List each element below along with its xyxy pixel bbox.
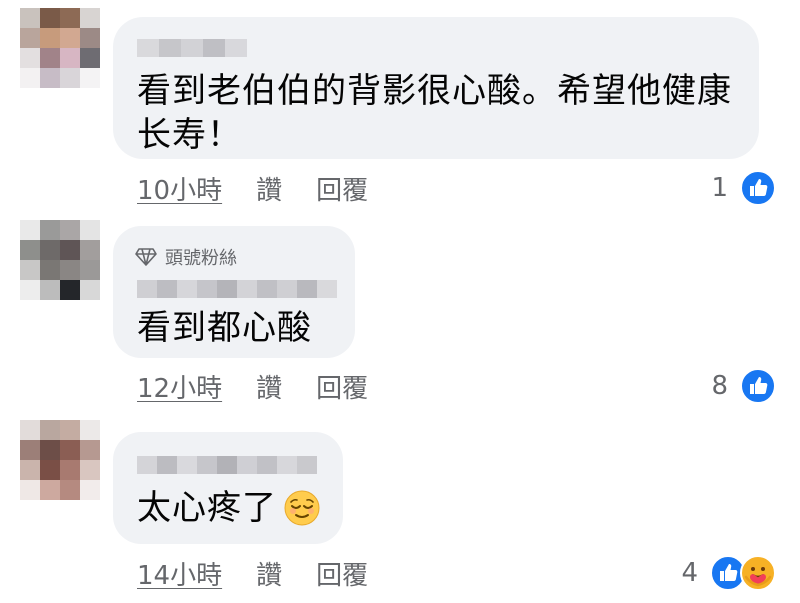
comment-text: 看到都心酸 bbox=[137, 306, 312, 350]
commenter-name[interactable] bbox=[137, 456, 317, 474]
comment-actions: 10小時 讚 回覆 bbox=[137, 170, 368, 207]
reaction-count: 4 bbox=[681, 558, 698, 588]
like-button[interactable]: 讚 bbox=[256, 368, 282, 405]
timestamp-link[interactable]: 12小時 bbox=[137, 368, 222, 405]
relieved-face-emoji bbox=[284, 490, 320, 526]
reply-button[interactable]: 回覆 bbox=[316, 555, 368, 592]
timestamp-link[interactable]: 10小時 bbox=[137, 170, 222, 207]
reply-button[interactable]: 回覆 bbox=[316, 170, 368, 207]
comment-bubble: 頭號粉絲 看到都心酸 bbox=[113, 226, 355, 358]
comment-text-line: 看到老伯伯的背影很心酸。希望他健康 bbox=[137, 71, 732, 111]
care-icon bbox=[740, 555, 776, 591]
top-fan-badge: 頭號粉絲 bbox=[135, 244, 237, 270]
reply-button[interactable]: 回覆 bbox=[316, 368, 368, 405]
avatar[interactable] bbox=[20, 8, 100, 88]
like-button[interactable]: 讚 bbox=[256, 555, 282, 592]
reaction-summary[interactable]: 8 bbox=[711, 368, 776, 404]
reaction-summary[interactable]: 1 bbox=[711, 170, 776, 206]
like-button[interactable]: 讚 bbox=[256, 170, 282, 207]
comment-bubble: 看到老伯伯的背影很心酸。希望他健康 长寿！ bbox=[113, 17, 759, 159]
reaction-count: 8 bbox=[711, 371, 728, 401]
comment-text-line: 长寿！ bbox=[137, 115, 242, 155]
reaction-count: 1 bbox=[711, 173, 728, 203]
timestamp-link[interactable]: 14小時 bbox=[137, 555, 222, 592]
comment-actions: 14小時 讚 回覆 bbox=[137, 555, 368, 592]
like-icon bbox=[740, 170, 776, 206]
comment-text: 太心疼了 bbox=[137, 486, 321, 530]
comment-text-line: 看到都心酸 bbox=[137, 308, 312, 348]
avatar[interactable] bbox=[20, 220, 100, 300]
avatar[interactable] bbox=[20, 420, 100, 500]
commenter-name[interactable] bbox=[137, 39, 247, 57]
comment-text: 看到老伯伯的背影很心酸。希望他健康 长寿！ bbox=[137, 69, 732, 157]
comment-actions: 12小時 讚 回覆 bbox=[137, 368, 368, 405]
reaction-summary[interactable]: 4 bbox=[681, 555, 776, 591]
like-icon bbox=[740, 368, 776, 404]
commenter-name[interactable] bbox=[137, 280, 337, 298]
comment-bubble: 太心疼了 bbox=[113, 432, 343, 544]
diamond-icon bbox=[135, 248, 157, 266]
comment-text-line: 太心疼了 bbox=[137, 488, 277, 528]
badge-label: 頭號粉絲 bbox=[165, 248, 237, 269]
